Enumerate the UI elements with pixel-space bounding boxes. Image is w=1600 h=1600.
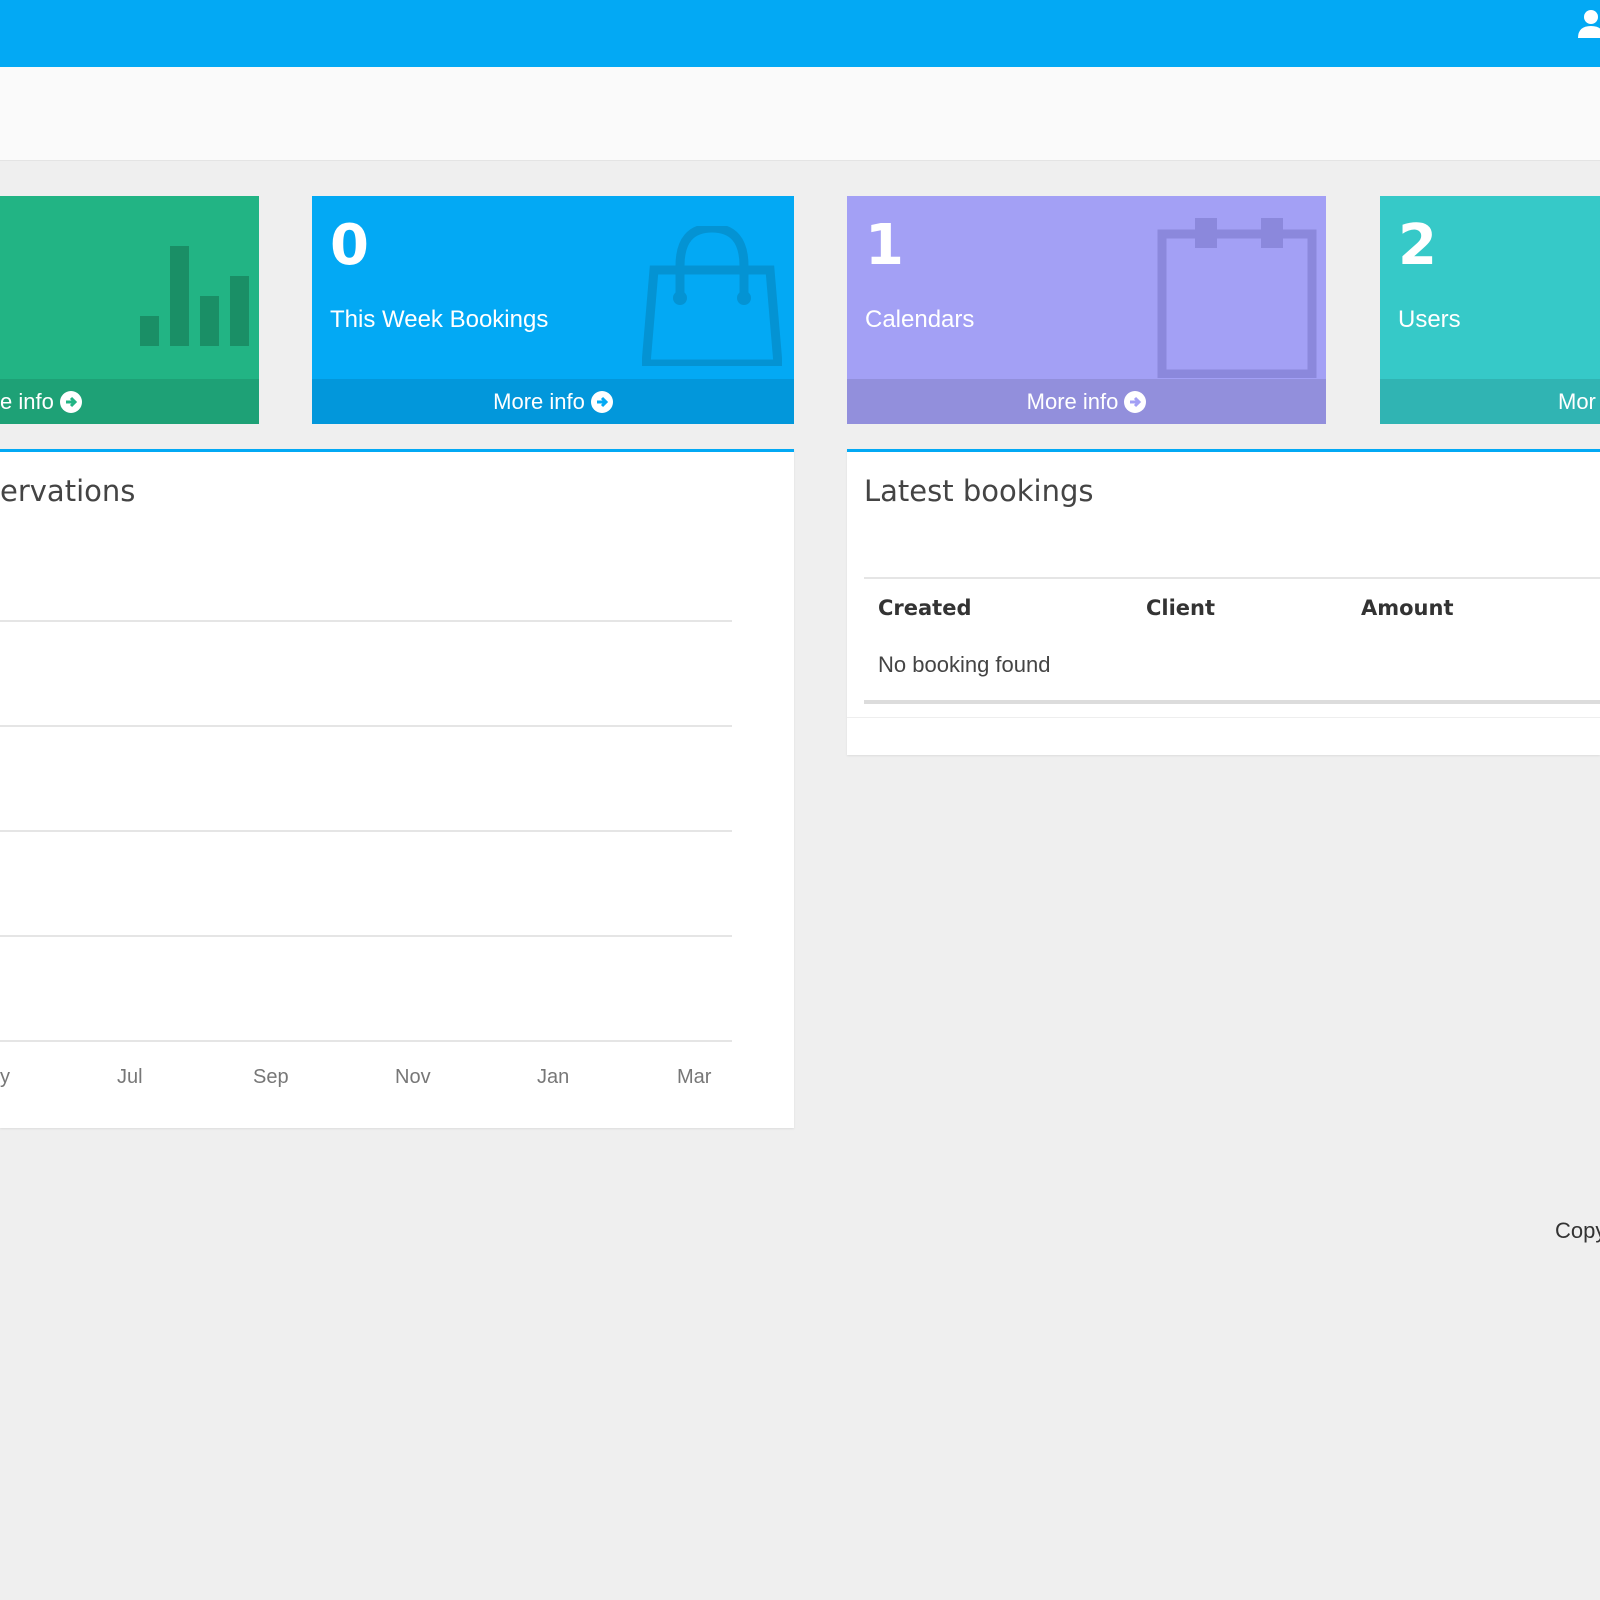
panel-footer-divider: [847, 717, 1600, 718]
empty-table-message: No booking found: [878, 652, 1051, 677]
shopping-bag-icon: [642, 226, 782, 366]
arrow-circle-right-icon: [59, 390, 82, 413]
calendars-label: Calendars: [865, 306, 975, 333]
more-info-link[interactable]: e info: [0, 379, 259, 424]
column-header-created: Created: [878, 596, 972, 620]
sales-info-box: e info: [0, 196, 259, 424]
table-bottom-border: [864, 700, 1600, 704]
chart-gridline: [0, 725, 732, 727]
chart-gridline: [0, 1040, 732, 1042]
reservations-panel: ervations y Jul Sep Nov Jan Mar: [0, 449, 794, 1128]
more-info-link[interactable]: Mor: [1380, 379, 1600, 424]
week-bookings-box: 0 This Week Bookings More info: [312, 196, 794, 424]
chart-gridline: [0, 620, 732, 622]
calendars-count: 1: [865, 213, 904, 278]
chart-gridline: [0, 935, 732, 937]
x-tick-label: Nov: [395, 1066, 431, 1088]
top-navbar: [0, 0, 1600, 67]
copyright-text: Copy: [1555, 1218, 1600, 1243]
calendar-icon: [1157, 218, 1317, 378]
users-count: 2: [1398, 213, 1437, 278]
more-info-link[interactable]: More info: [312, 379, 794, 424]
table-top-border: [864, 577, 1600, 579]
x-tick-label: Jul: [117, 1066, 143, 1088]
panel-title: Latest bookings: [864, 474, 1094, 508]
x-tick-label: Sep: [253, 1066, 289, 1088]
more-info-link[interactable]: More info: [847, 379, 1326, 424]
column-header-amount: Amount: [1361, 596, 1454, 620]
week-bookings-label: This Week Bookings: [330, 306, 549, 333]
x-tick-label: Jan: [537, 1066, 570, 1088]
week-bookings-count: 0: [330, 213, 369, 278]
chart-gridline: [0, 830, 732, 832]
content-header: [0, 67, 1600, 161]
column-header-client: Client: [1146, 596, 1216, 620]
panel-title: ervations: [0, 474, 136, 508]
arrow-circle-right-icon: [590, 390, 613, 413]
x-tick-label: Mar: [677, 1066, 712, 1088]
bar-chart-icon: [140, 246, 249, 346]
calendars-box: 1 Calendars More info: [847, 196, 1326, 424]
x-tick-label: y: [0, 1066, 10, 1088]
latest-bookings-panel: Latest bookings Created Client Amount No…: [847, 449, 1600, 755]
users-box: 2 Users Mor: [1380, 196, 1600, 424]
arrow-circle-right-icon: [1124, 390, 1147, 413]
user-icon[interactable]: [1576, 8, 1600, 38]
users-label: Users: [1398, 306, 1461, 333]
